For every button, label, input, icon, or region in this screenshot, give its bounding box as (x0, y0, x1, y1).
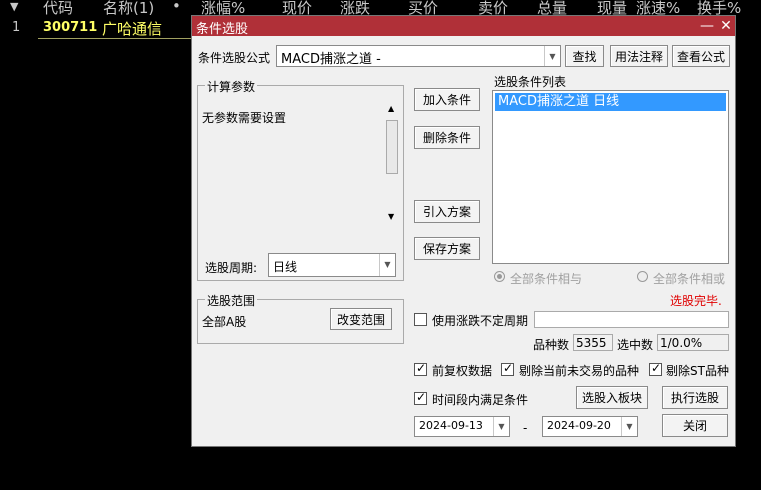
condition-select-dialog: 条件选股 — ✕ 条件选股公式 MACD捕涨之道 - ▼ 查找 用法注释 查看公… (191, 15, 736, 447)
params-group: 计算参数 无参数需要设置 ▲ ▼ 选股周期: 日线 ▼ (197, 78, 404, 281)
find-button[interactable]: 查找 (565, 45, 604, 67)
radio-all-and[interactable] (494, 271, 505, 282)
formula-label: 条件选股公式 (198, 51, 271, 65)
status-text: 选股完毕. (670, 294, 722, 308)
column-name[interactable]: 名称(1) (103, 0, 154, 18)
radio-all-or-label: 全部条件相或 (653, 272, 726, 286)
range-value: 全部A股 (202, 315, 247, 329)
formula-value: MACD捕涨之道 - (281, 52, 381, 67)
end-date-value: 2024-09-20 (547, 419, 611, 432)
selected-field: 1/0.0% (657, 334, 729, 351)
count-field: 5355 (573, 334, 613, 351)
chevron-down-icon[interactable]: ▼ (493, 417, 509, 436)
pre-adjust-label: 前复权数据 (432, 364, 493, 378)
selected-value: 1/0.0% (660, 336, 703, 350)
pre-adjust-checkbox[interactable] (414, 361, 427, 376)
minimize-icon[interactable]: — (698, 16, 716, 36)
scroll-up-icon[interactable]: ▲ (388, 104, 394, 113)
condition-list-title: 选股条件列表 (494, 75, 567, 89)
remove-st-label: 剔除ST品种 (666, 364, 729, 378)
chevron-down-icon[interactable]: ▼ (379, 254, 395, 276)
radio-all-or[interactable] (637, 271, 648, 282)
import-plan-button[interactable]: 引入方案 (414, 200, 480, 223)
close-button[interactable]: 关闭 (662, 414, 728, 437)
row-underline (38, 38, 191, 39)
range-group: 选股范围 全部A股 改变范围 (197, 292, 404, 344)
remove-st-checkbox[interactable] (649, 361, 662, 376)
remove-untraded-checkbox[interactable] (501, 361, 514, 376)
dialog-title: 条件选股 (196, 22, 249, 37)
period-combo[interactable]: 日线 ▼ (268, 253, 396, 277)
use-uncertain-period-label: 使用涨跌不定周期 (432, 314, 529, 328)
execute-select-button[interactable]: 执行选股 (662, 386, 728, 409)
change-range-button[interactable]: 改变范围 (330, 308, 392, 330)
add-condition-button[interactable]: 加入条件 (414, 88, 480, 111)
row-code: 300711 (43, 20, 98, 35)
count-label: 品种数 (533, 338, 570, 352)
select-to-block-button[interactable]: 选股入板块 (576, 386, 648, 409)
dialog-titlebar[interactable]: 条件选股 — ✕ (192, 16, 735, 37)
chevron-down-icon[interactable]: ▼ (544, 46, 560, 66)
period-label: 选股周期: (205, 261, 258, 275)
params-text: 无参数需要设置 (202, 111, 287, 125)
uncertain-period-input[interactable] (534, 311, 729, 328)
condition-list[interactable]: MACD捕涨之道 日线 (492, 90, 729, 264)
remove-untraded-label: 剔除当前未交易的品种 (519, 364, 640, 378)
usage-notes-button[interactable]: 用法注释 (610, 45, 668, 67)
save-plan-button[interactable]: 保存方案 (414, 237, 480, 260)
column-code[interactable]: 代码 (43, 0, 73, 18)
row-index: 1 (12, 20, 21, 35)
radio-all-and-label: 全部条件相与 (510, 272, 583, 286)
row-name: 广哈通信 (102, 20, 163, 38)
chevron-down-icon[interactable]: ▼ (621, 417, 637, 436)
view-formula-button[interactable]: 查看公式 (672, 45, 730, 67)
use-uncertain-period-checkbox[interactable] (414, 313, 427, 326)
selected-label: 选中数 (617, 338, 654, 352)
period-satisfy-checkbox[interactable] (414, 390, 427, 405)
condition-list-item[interactable]: MACD捕涨之道 日线 (495, 93, 726, 111)
scroll-thumb[interactable] (386, 120, 398, 174)
params-scrollbar[interactable]: ▲ ▼ (385, 102, 399, 226)
column-dot: • (172, 0, 181, 15)
delete-condition-button[interactable]: 删除条件 (414, 126, 480, 149)
end-date-picker[interactable]: 2024-09-20 ▼ (542, 416, 638, 437)
close-icon[interactable]: ✕ (717, 16, 735, 36)
formula-combo[interactable]: MACD捕涨之道 - ▼ (276, 45, 561, 67)
period-satisfy-label: 时间段内满足条件 (432, 393, 529, 407)
params-group-title: 计算参数 (205, 78, 258, 95)
range-group-title: 选股范围 (205, 292, 258, 309)
count-value: 5355 (576, 336, 607, 350)
date-separator: - (523, 421, 528, 435)
start-date-picker[interactable]: 2024-09-13 ▼ (414, 416, 510, 437)
period-value: 日线 (273, 260, 298, 274)
sort-arrow-icon[interactable]: ▼ (10, 0, 18, 13)
scroll-down-icon[interactable]: ▼ (388, 212, 394, 221)
start-date-value: 2024-09-13 (419, 419, 483, 432)
